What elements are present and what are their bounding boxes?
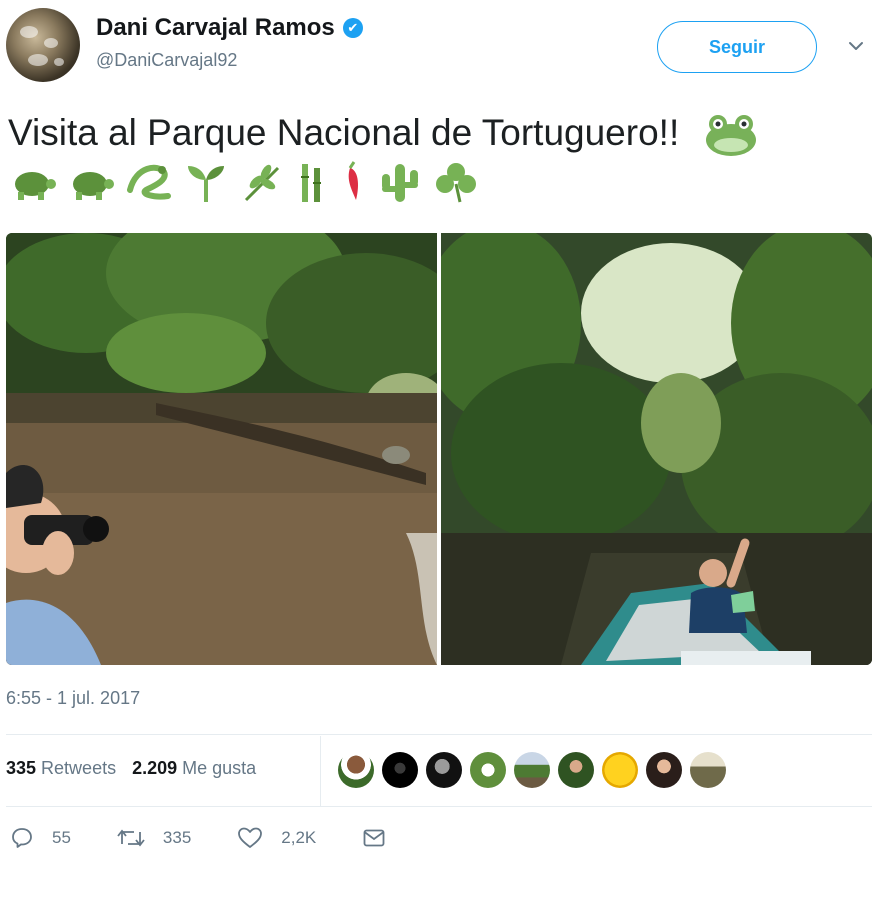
likes-stat[interactable]: 2.209 Me gusta xyxy=(132,758,256,779)
engagement-stats: 335 Retweets 2.209 Me gusta xyxy=(6,758,256,779)
message-action[interactable] xyxy=(362,826,386,850)
reply-count: 55 xyxy=(52,828,71,847)
retweets-label: Retweets xyxy=(41,758,117,778)
tweet-actions: 55 335 2,2K xyxy=(10,826,432,850)
message-icon[interactable] xyxy=(362,826,386,850)
tweet-media[interactable] xyxy=(6,233,872,665)
retweets-stat[interactable]: 335 Retweets xyxy=(6,758,116,779)
lizard-emoji-icon xyxy=(127,164,171,200)
liker-avatar[interactable] xyxy=(646,752,682,788)
like-action[interactable]: 2,2K xyxy=(237,826,316,850)
herb-emoji-icon xyxy=(244,164,280,202)
bamboo-emoji-icon xyxy=(301,164,321,202)
liker-avatar[interactable] xyxy=(470,752,506,788)
author-name-row[interactable]: Dani Carvajal Ramos ✔ xyxy=(96,14,363,42)
liker-avatar[interactable] xyxy=(426,752,462,788)
like-icon[interactable] xyxy=(237,826,263,850)
turtle-emoji-icon xyxy=(73,172,114,200)
verified-badge-icon: ✔ xyxy=(342,18,363,38)
turtle-emoji-icon xyxy=(15,172,56,200)
likes-label: Me gusta xyxy=(182,758,257,778)
like-count: 2,2K xyxy=(281,828,317,847)
divider xyxy=(6,806,872,807)
liker-avatar[interactable] xyxy=(558,752,594,788)
likers-avatars xyxy=(338,752,726,788)
tweet-timestamp[interactable]: 6:55 - 1 jul. 2017 xyxy=(6,688,140,709)
emoji-row xyxy=(8,160,480,204)
shamrock-emoji-icon xyxy=(436,163,476,203)
liker-avatar[interactable] xyxy=(690,752,726,788)
retweet-count: 335 xyxy=(162,828,192,847)
stats-divider xyxy=(320,736,321,806)
retweets-count: 335 xyxy=(6,758,37,778)
reply-icon[interactable] xyxy=(10,826,34,850)
author-handle[interactable]: @DaniCarvajal92 xyxy=(96,50,237,71)
tweet-text: Visita al Parque Nacional de Tortuguero!… xyxy=(8,112,758,157)
hot-pepper-emoji-icon xyxy=(348,161,358,200)
liker-avatar[interactable] xyxy=(338,752,374,788)
photo-river-crocodile-image xyxy=(6,233,437,665)
liker-avatar[interactable] xyxy=(514,752,550,788)
liker-avatar[interactable] xyxy=(382,752,418,788)
chevron-down-icon[interactable] xyxy=(846,36,866,56)
cactus-emoji-icon xyxy=(382,164,418,202)
liker-avatar[interactable] xyxy=(602,752,638,788)
author-display-name[interactable]: Dani Carvajal Ramos xyxy=(96,14,335,42)
retweet-icon[interactable] xyxy=(117,826,145,850)
retweet-action[interactable]: 335 xyxy=(117,826,191,850)
follow-button[interactable]: Seguir xyxy=(657,21,817,73)
likes-count: 2.209 xyxy=(132,758,178,778)
seedling-emoji-icon xyxy=(188,166,224,202)
profile-avatar[interactable] xyxy=(6,8,80,82)
photo-boat-canal-image xyxy=(441,233,872,665)
frog-emoji-icon xyxy=(705,115,756,157)
tweet-text-content: Visita al Parque Nacional de Tortuguero!… xyxy=(8,112,680,153)
photo-river-crocodile[interactable] xyxy=(6,233,437,665)
photo-boat-canal[interactable] xyxy=(441,233,872,665)
divider xyxy=(6,734,872,735)
reply-action[interactable]: 55 xyxy=(10,826,71,850)
